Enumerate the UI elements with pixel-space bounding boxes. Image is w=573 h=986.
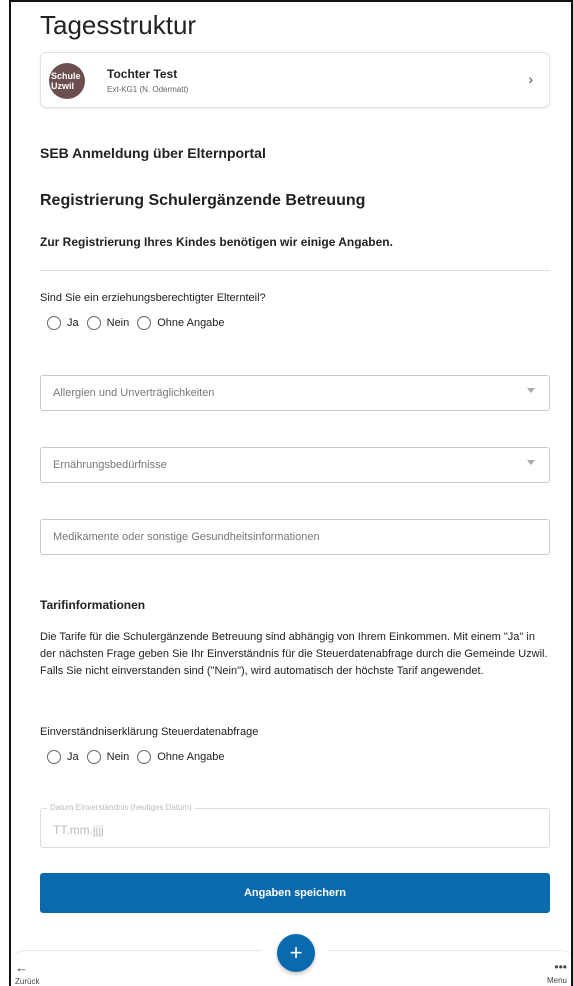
consent-radio-ja[interactable]: Ja (47, 750, 79, 764)
back-button[interactable]: ← Zurück (15, 960, 39, 986)
app-frame: Tagesstruktur Schule Uzwil Tochter Test … (9, 0, 573, 986)
menu-label: Menu (546, 976, 567, 985)
registration-heading: Registrierung Schulergänzende Betreuung (40, 192, 366, 209)
arrow-left-icon: ← (15, 960, 28, 975)
consent-radio-nein[interactable]: Nein (86, 750, 129, 764)
avatar: Schule Uzwil (49, 63, 85, 99)
child-class: Ext-KG1 (N. Odermatt) (107, 85, 189, 94)
chevron-right-icon: › (528, 71, 533, 87)
radio-icon[interactable] (137, 750, 152, 764)
consent-date-field[interactable]: Datum Einverständnis (heutiges Datum) TT… (40, 803, 550, 848)
dropdown-caret-icon (527, 388, 535, 393)
consent-question-label: Einverständniserklärung Steuerdatenabfra… (40, 726, 259, 738)
parent-radio-ohne-angabe[interactable]: Ohne Angabe (137, 316, 225, 330)
radio-icon[interactable] (86, 316, 101, 330)
menu-button[interactable]: ••• Menu (547, 960, 567, 985)
radio-icon[interactable] (86, 750, 101, 764)
add-button[interactable]: + (277, 934, 315, 972)
back-label: Zurück (15, 977, 40, 986)
parent-question-label: Sind Sie ein erziehungsberechtigter Elte… (40, 292, 266, 304)
plus-icon: + (289, 940, 303, 965)
seb-heading: SEB Anmeldung über Elternportal (40, 145, 266, 161)
more-dots-icon: ••• (554, 960, 567, 974)
parent-radio-group: Ja Nein Ohne Angabe (47, 316, 233, 330)
medication-input[interactable]: Medikamente oder sonstige Gesundheitsinf… (40, 519, 550, 555)
radio-icon[interactable] (137, 316, 152, 330)
allergies-select[interactable]: Allergien und Unverträglichkeiten (40, 375, 550, 411)
child-name: Tochter Test (107, 67, 178, 81)
child-card[interactable]: Schule Uzwil Tochter Test Ext-KG1 (N. Od… (40, 52, 550, 108)
nutrition-select[interactable]: Ernährungsbedürfnisse (40, 447, 550, 483)
radio-icon[interactable] (47, 750, 61, 764)
page-title: Tagesstruktur (40, 10, 197, 40)
radio-icon[interactable] (47, 316, 61, 330)
divider (40, 270, 550, 271)
parent-radio-ja[interactable]: Ja (47, 316, 79, 330)
save-button[interactable]: Angaben speichern (40, 873, 550, 913)
tarif-text: Die Tarife für die Schulergänzende Betre… (40, 631, 548, 677)
consent-radio-group: Ja Nein Ohne Angabe (47, 750, 233, 764)
tarif-heading: Tarifinformationen (40, 598, 146, 612)
registration-intro: Zur Registrierung Ihres Kindes benötigen… (40, 235, 393, 249)
dropdown-caret-icon (527, 460, 535, 465)
consent-radio-ohne-angabe[interactable]: Ohne Angabe (137, 750, 225, 764)
date-field-legend: Datum Einverständnis (heutiges Datum) (47, 803, 195, 812)
date-field-placeholder: TT.mm.jjjj (53, 823, 104, 837)
parent-radio-nein[interactable]: Nein (86, 316, 129, 330)
